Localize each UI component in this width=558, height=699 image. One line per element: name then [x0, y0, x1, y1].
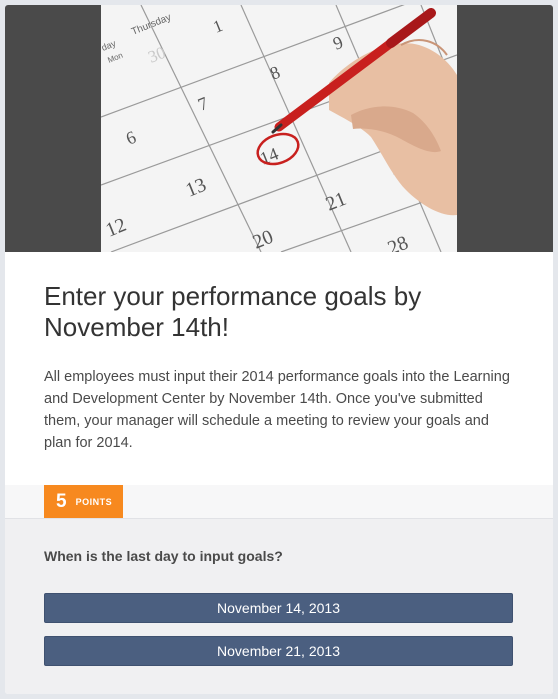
- answer-button-november-21[interactable]: November 21, 2013: [44, 636, 513, 666]
- points-label: POINTS: [75, 496, 113, 507]
- hero-banner: Thursday day Mon 30 1 6 7 8 9 12 13 14 2…: [5, 5, 553, 252]
- points-value: 5: [56, 490, 67, 512]
- quiz-section: 5 POINTS When is the last day to input g…: [5, 485, 553, 694]
- quiz-question: When is the last day to input goals?: [44, 548, 283, 564]
- quiz-header-bar: 5 POINTS: [5, 485, 553, 519]
- announcement-card: Thursday day Mon 30 1 6 7 8 9 12 13 14 2…: [5, 5, 553, 694]
- calendar-photo: Thursday day Mon 30 1 6 7 8 9 12 13 14 2…: [101, 5, 457, 252]
- headline: Enter your performance goals by November…: [44, 281, 422, 342]
- article-body: All employees must input their 2014 perf…: [44, 369, 510, 451]
- points-badge: 5 POINTS: [44, 485, 123, 518]
- answer-button-november-14[interactable]: November 14, 2013: [44, 593, 513, 623]
- article-content: Enter your performance goals by November…: [44, 281, 514, 454]
